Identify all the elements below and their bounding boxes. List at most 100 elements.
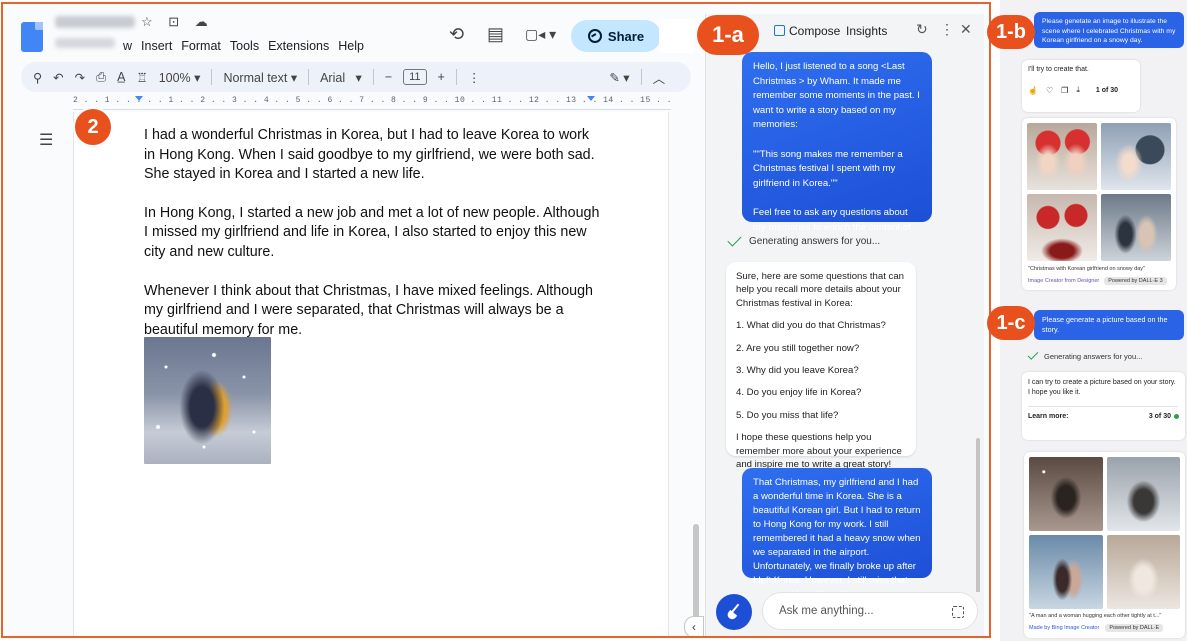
panel-c-reply: I can try to create a picture based on y…: [1028, 379, 1176, 396]
tab-compose[interactable]: Compose: [774, 24, 840, 38]
doc-title-blurred[interactable]: [55, 16, 135, 28]
more-vert-icon[interactable]: ⋮: [940, 21, 954, 38]
generated-image-4[interactable]: [1101, 194, 1171, 261]
user-message-1-line-1: Hello, I just listened to a song <Last C…: [753, 61, 920, 131]
comments-icon[interactable]: ▤: [487, 24, 504, 45]
panel-b-source[interactable]: Image Creator from Designer: [1028, 278, 1099, 284]
annotation-badge-1b: 1-b: [987, 15, 1035, 49]
menu-tools[interactable]: Tools: [230, 39, 259, 53]
panel-c-powered: Powered by DALL·E: [1105, 624, 1164, 632]
reply-intro: Sure, here are some questions that can h…: [736, 271, 904, 309]
history-icon[interactable]: ⟲: [449, 24, 464, 45]
undo-icon[interactable]: ↶: [53, 70, 63, 85]
generated-image-8[interactable]: [1106, 535, 1180, 609]
chat-input-row: Ask me anything...: [706, 588, 985, 636]
account-avatar[interactable]: [659, 19, 695, 53]
generated-image-6[interactable]: [1106, 457, 1180, 531]
toolbar-divider: [455, 69, 457, 85]
panel-c-image-grid: [1029, 457, 1180, 609]
generated-image-3[interactable]: [1027, 194, 1097, 261]
toolbar-divider: [211, 69, 213, 85]
annotation-badge-1c: 1-c: [987, 306, 1035, 340]
panel-b-caption: "Christmas with Korean girlfriend on sno…: [1028, 266, 1146, 272]
font-select[interactable]: Arial ▾: [320, 70, 362, 85]
menu-help[interactable]: Help: [338, 39, 364, 53]
zoom-select[interactable]: 100% ▾: [159, 70, 201, 85]
panel-c-learn-more[interactable]: Learn more:: [1028, 413, 1068, 420]
collapse-toolbar-icon[interactable]: ︿: [653, 68, 666, 87]
broom-icon: [727, 605, 741, 619]
panel-b-image-grid: [1027, 123, 1171, 261]
reply-outro: I hope these questions help you remember…: [736, 432, 902, 471]
pen-mode-icon[interactable]: ✎ ▾: [609, 70, 629, 85]
status-dot-icon: [1174, 414, 1179, 419]
reply-question-4: 4. Do you enjoy life in Korea?: [736, 387, 862, 399]
menu-insert[interactable]: Insert: [141, 39, 172, 53]
meet-icon[interactable]: ▢◂ ▾: [525, 26, 556, 43]
tab-insights[interactable]: Insights: [846, 24, 887, 38]
compose-icon: [774, 25, 785, 36]
document-outline-icon[interactable]: ☰: [39, 130, 53, 150]
toolbar-divider: [372, 69, 374, 85]
annotation-badge-2: 2: [73, 107, 113, 147]
copy-icon[interactable]: ❐: [1061, 86, 1068, 95]
toolbar-divider: [308, 69, 310, 85]
menu-extensions[interactable]: Extensions: [268, 39, 329, 53]
menu-format[interactable]: Format: [181, 39, 221, 53]
panel-c-source[interactable]: Made by Bing Image Creator: [1029, 625, 1099, 631]
paint-format-icon[interactable]: ♖: [136, 70, 147, 85]
font-size-increase[interactable]: +: [438, 70, 445, 84]
new-topic-button[interactable]: [716, 594, 752, 630]
thumbs-up-icon[interactable]: ☝: [1028, 86, 1038, 95]
right-indent-marker[interactable]: [587, 96, 595, 101]
refresh-icon[interactable]: ↻: [916, 21, 928, 38]
paragraph-1: I had a wonderful Christmas in Korea, bu…: [144, 127, 595, 183]
font-size-input[interactable]: 11: [403, 69, 427, 85]
redo-icon[interactable]: ↷: [75, 70, 85, 85]
user-message-2: That Christmas, my girlfriend and I had …: [742, 468, 932, 592]
share-button[interactable]: Share: [571, 20, 661, 52]
ruler-ticks: 2 . . 1 . . . . . 1 . . 2 . . 3 . . 4 . …: [73, 96, 671, 105]
generated-image-5[interactable]: [1029, 457, 1103, 531]
generated-image-7[interactable]: [1029, 535, 1103, 609]
assistant-reply: Sure, here are some questions that can h…: [726, 262, 916, 470]
reply-question-2: 2. Are you still together now?: [736, 342, 860, 354]
generating-status: Generating answers for you...: [727, 232, 880, 247]
thumbs-down-icon[interactable]: ♡: [1046, 86, 1053, 95]
more-options-icon[interactable]: ⋮: [468, 70, 481, 85]
search-icon[interactable]: ⚲: [33, 70, 42, 85]
annotation-badge-1a: 1-a: [697, 15, 759, 55]
close-icon[interactable]: ✕: [960, 21, 972, 38]
style-select[interactable]: Normal text ▾: [223, 70, 297, 85]
docs-scrollbar[interactable]: [693, 524, 699, 630]
download-icon[interactable]: ⤓: [1076, 85, 1080, 95]
chevron-left-icon[interactable]: ‹: [684, 616, 704, 636]
ask-input[interactable]: Ask me anything...: [762, 592, 978, 630]
panel-c-reply-card: I can try to create a picture based on y…: [1022, 372, 1185, 440]
paragraph-2: In Hong Kong, I started a new job and me…: [144, 204, 600, 260]
left-indent-marker[interactable]: [135, 96, 143, 101]
menu-view-partial[interactable]: w: [123, 39, 132, 53]
chat-scrollbar[interactable]: [976, 438, 980, 592]
font-size-decrease[interactable]: −: [385, 70, 392, 84]
horizontal-ruler[interactable]: 2 . . 1 . . . . . 1 . . 2 . . 3 . . 4 . …: [73, 96, 671, 110]
print-icon[interactable]: ⎙: [96, 70, 106, 85]
panel-b-feedback-row: ☝ ♡ ❐ ⤓ 1 of 30: [1028, 85, 1134, 95]
docs-logo-icon[interactable]: [21, 22, 43, 52]
chat-messages[interactable]: Hello, I just listened to a song <Last C…: [706, 52, 985, 592]
docs-page-area: ☰ I had a wonderful Christmas in Korea, …: [3, 112, 703, 636]
generated-image-2[interactable]: [1101, 123, 1171, 190]
panel-c-image-card: "A man and a woman hugging each other ti…: [1024, 452, 1185, 638]
title-action-icons[interactable]: ☆ ⊡ ☁: [141, 14, 214, 30]
user-message-1-line-2: ""This song makes me remember a Christma…: [753, 148, 903, 189]
docs-menubar: w Insert Format Tools Extensions Help: [123, 39, 364, 53]
panel-b-reply-card: I'll try to create that. ☝ ♡ ❐ ⤓ 1 of 30: [1022, 60, 1140, 112]
docs-titlebar: ☆ ⊡ ☁ w Insert Format Tools Extensions H…: [3, 4, 703, 60]
couple-in-snow-image[interactable]: [144, 337, 271, 464]
document-body[interactable]: I had a wonderful Christmas in Korea, bu…: [144, 126, 604, 359]
spellcheck-icon[interactable]: A̲: [117, 70, 125, 84]
screenshot-scan-icon[interactable]: [952, 606, 964, 618]
reply-question-3: 3. Why did you leave Korea?: [736, 365, 859, 377]
document-page[interactable]: I had a wonderful Christmas in Korea, bu…: [73, 112, 669, 636]
generated-image-1[interactable]: [1027, 123, 1097, 190]
